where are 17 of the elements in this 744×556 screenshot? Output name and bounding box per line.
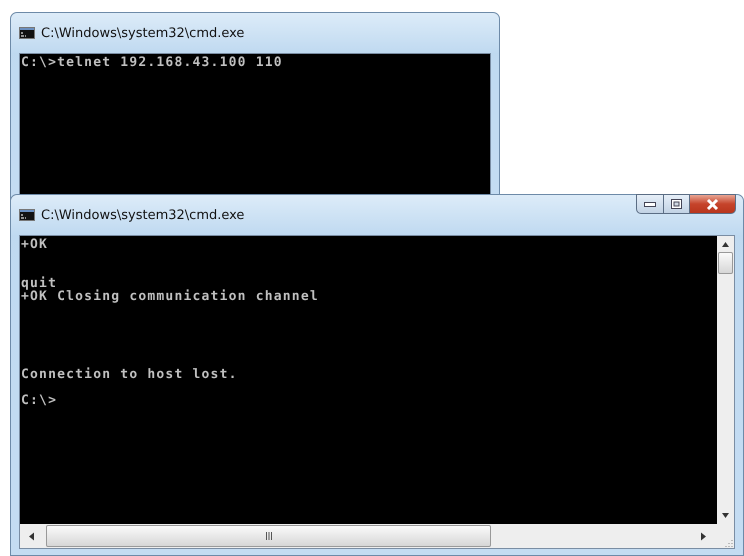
resize-grip-icon[interactable]: [725, 539, 734, 548]
window-title: C:\Windows\system32\cmd.exe: [41, 26, 244, 40]
scroll-thumb[interactable]: [718, 252, 733, 274]
scroll-thumb[interactable]: [46, 525, 491, 547]
maximize-button[interactable]: [664, 194, 690, 214]
console-icon: [19, 209, 35, 221]
close-button[interactable]: [690, 194, 736, 214]
maximize-icon: [671, 199, 682, 209]
minimize-icon: [644, 202, 656, 206]
vertical-scrollbar[interactable]: [717, 236, 734, 524]
console-icon: [19, 27, 35, 39]
minimize-button[interactable]: [636, 194, 664, 214]
window-title: C:\Windows\system32\cmd.exe: [41, 208, 244, 222]
horizontal-scrollbar[interactable]: [20, 524, 717, 548]
console-output: +OK quit +OK Closing communication channel Connection to host lost. C:\>: [20, 236, 717, 524]
close-icon: [706, 198, 719, 210]
grip-icon: [264, 532, 272, 540]
